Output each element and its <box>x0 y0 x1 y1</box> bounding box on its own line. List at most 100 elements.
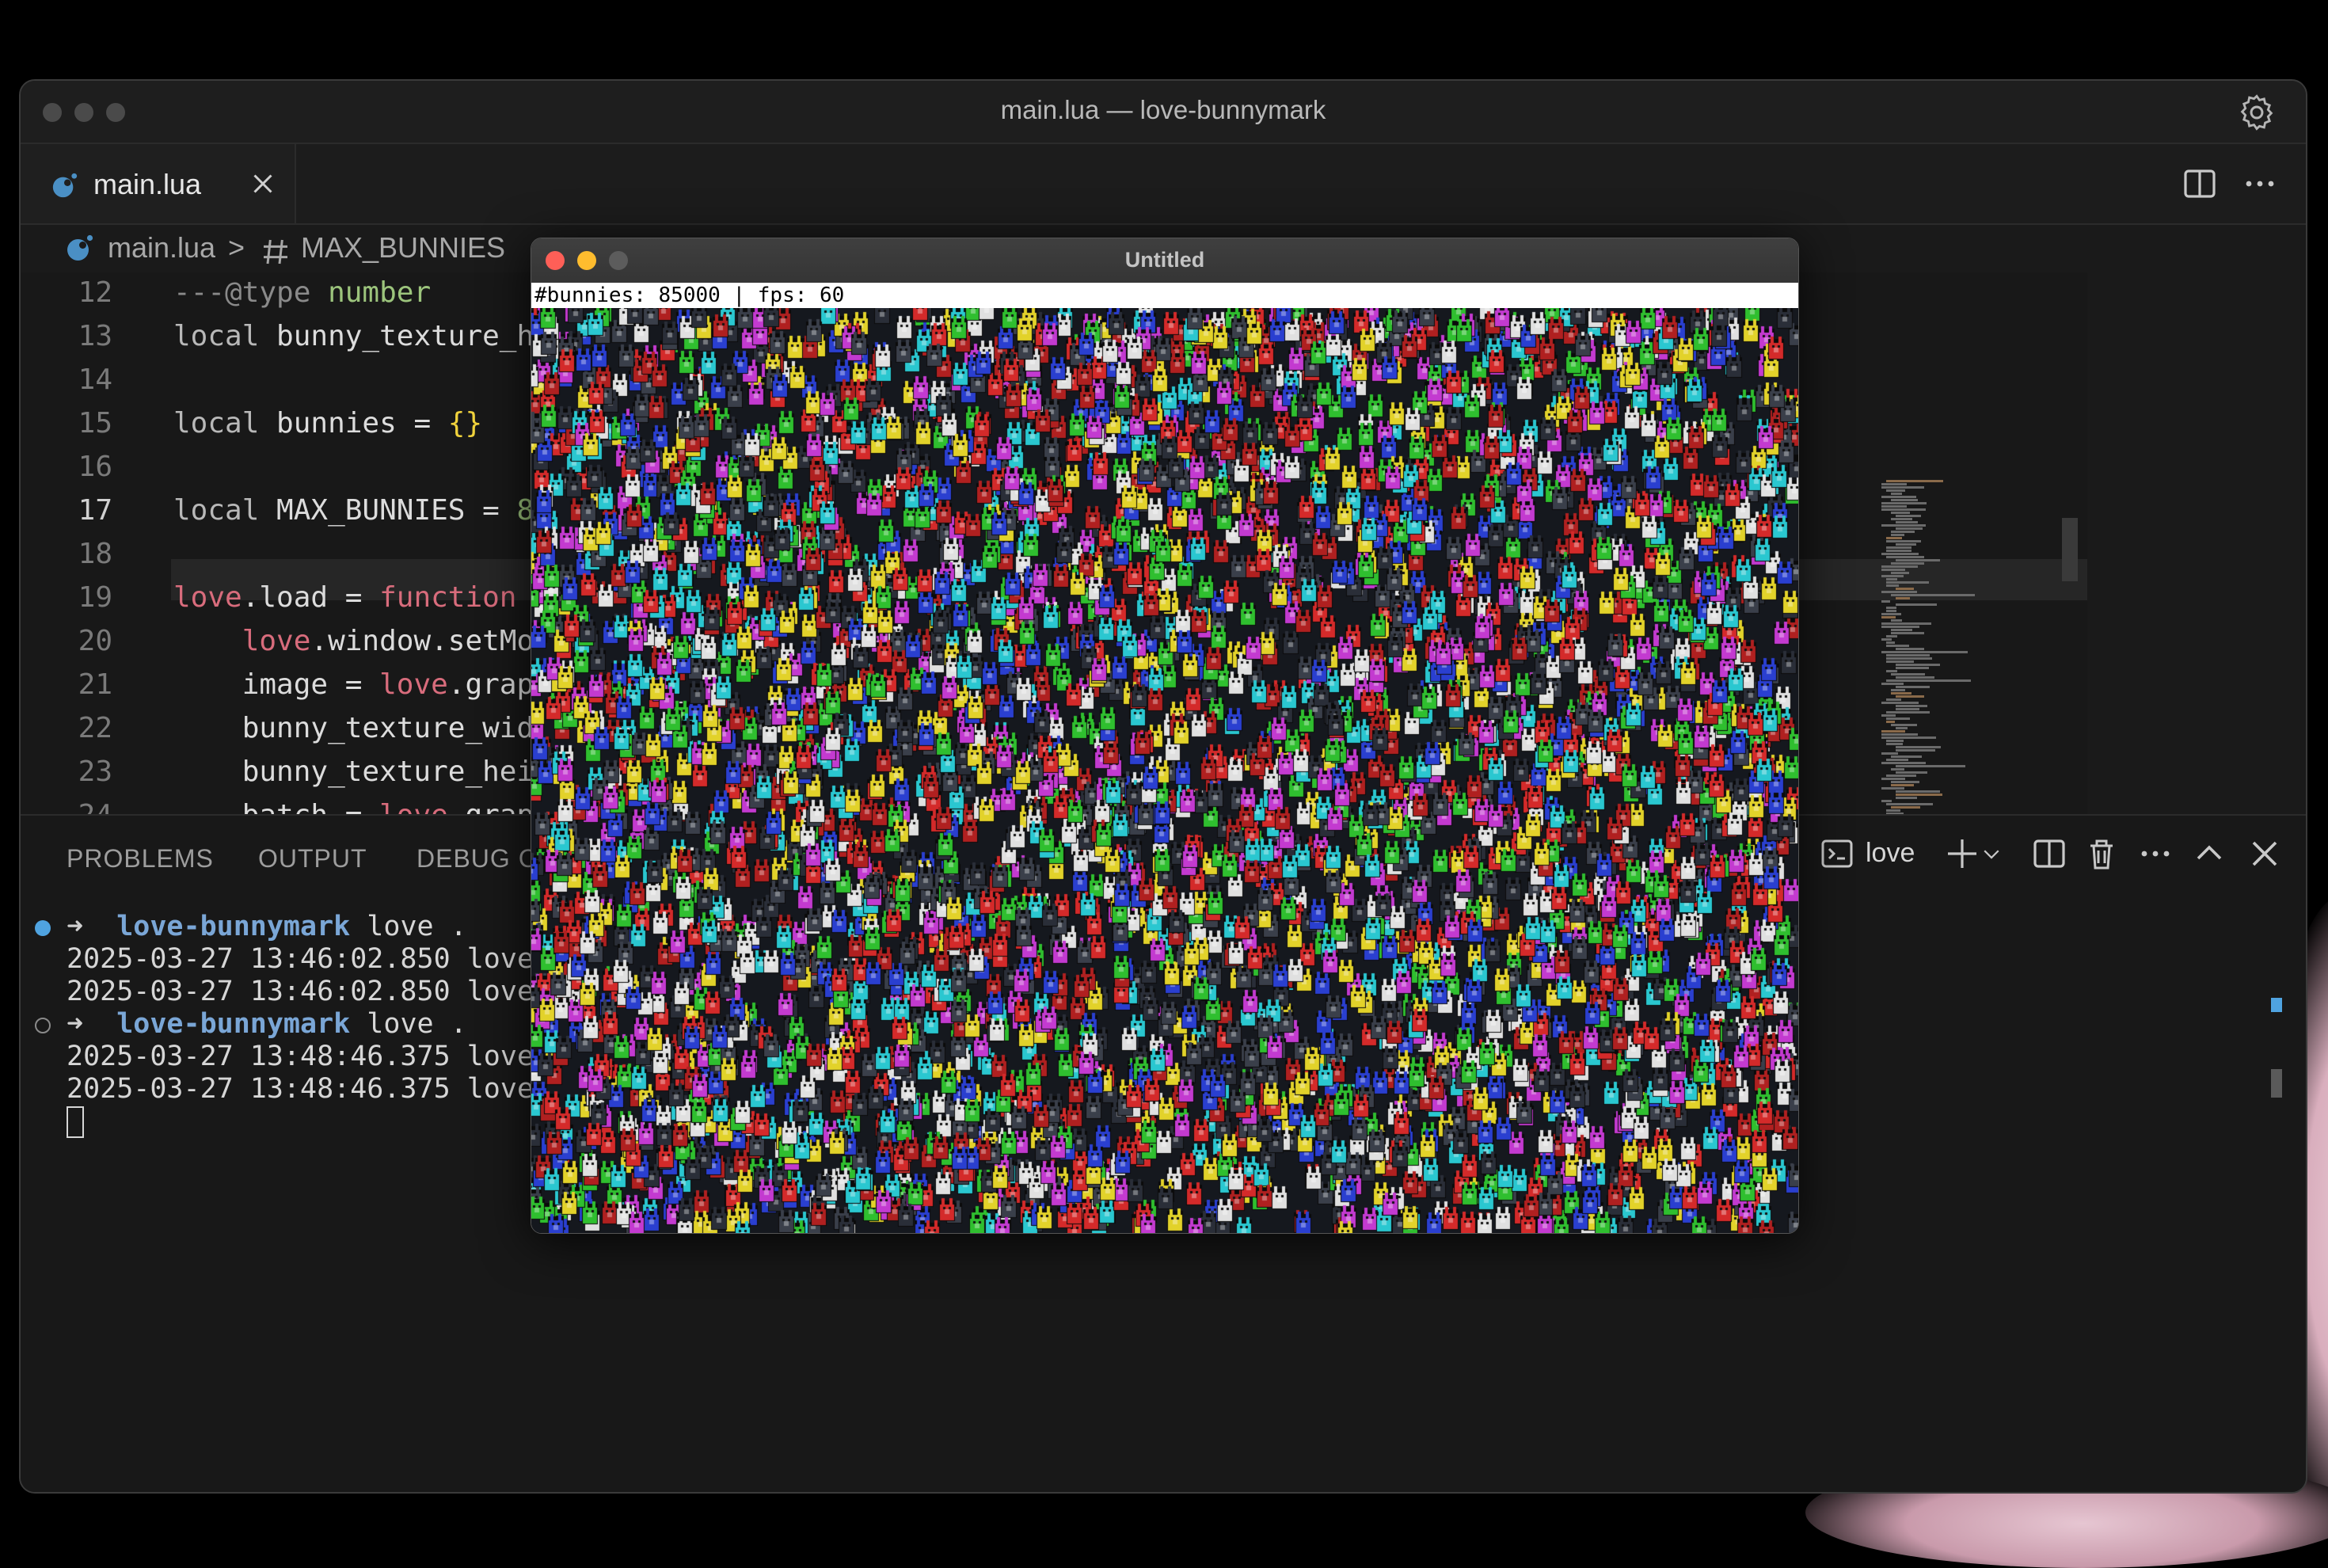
minimap-line <box>1891 784 1915 786</box>
chevron-up-icon[interactable] <box>2190 835 2228 873</box>
terminal-output[interactable]: ➜ love-bunnymark love . 2025-03-27 13:46:… <box>35 911 551 1138</box>
prompt-directory: love-bunnymark <box>116 911 351 942</box>
trash-icon[interactable] <box>2083 835 2121 873</box>
minimap-line <box>1886 607 1896 609</box>
terminal-line: 2025-03-27 13:48:46.375 love[ <box>67 1073 551 1105</box>
minimap-line <box>1886 743 1904 745</box>
line-number: 24 <box>25 795 112 814</box>
minimap-line <box>1886 721 1896 723</box>
editor-scrollbar[interactable] <box>2062 518 2078 581</box>
terminal-cursor <box>67 1106 84 1138</box>
minimap-line <box>1881 622 1931 625</box>
minimap-line <box>1891 689 1906 691</box>
minimap[interactable] <box>1881 480 2056 814</box>
breadcrumb-file[interactable]: main.lua <box>108 231 215 265</box>
love-window-title: Untitled <box>1124 248 1205 272</box>
minimap-line <box>1896 515 1922 517</box>
code-text: love.load = function ( <box>173 581 551 614</box>
split-terminal-icon[interactable] <box>2030 835 2068 873</box>
minimap-line <box>1896 559 1941 561</box>
minimap-line <box>1881 800 1892 802</box>
love-title-bar: Untitled <box>531 238 1798 284</box>
new-terminal-plus-icon[interactable] <box>1943 835 1981 873</box>
close-icon[interactable] <box>2246 835 2284 873</box>
code-text: local MAX_BUNNIES = 85 <box>173 494 551 527</box>
minimap-line <box>1896 765 1965 767</box>
code-text: local bunnies = {} <box>173 407 483 440</box>
tab-debug-console[interactable]: DEBUG C <box>417 844 538 873</box>
minimap-line <box>1891 512 1911 514</box>
tab-output[interactable]: OUTPUT <box>258 844 367 873</box>
terminal-name[interactable]: love <box>1866 838 1915 869</box>
minimap-line <box>1881 752 1898 755</box>
more-actions-icon[interactable] <box>2241 165 2279 203</box>
command-status-icon[interactable] <box>35 920 51 936</box>
minimap-line <box>1896 588 1915 590</box>
minimap-line <box>1881 730 1905 733</box>
minimap-line <box>1886 717 1911 720</box>
line-number: 18 <box>78 538 112 570</box>
code-text: ---@type number <box>173 276 432 309</box>
prompt-arrow: ➜ <box>67 911 117 942</box>
line-number: 12 <box>78 276 112 309</box>
minimap-line <box>1896 543 1917 546</box>
minimap-line <box>1881 505 1908 508</box>
window-title: main.lua — love-bunnymark <box>1000 95 1326 124</box>
bunny-render-canvas[interactable] <box>531 308 1798 1233</box>
chevron-down-icon[interactable] <box>1980 835 2003 873</box>
line-number: 14 <box>78 363 112 396</box>
lua-file-icon <box>67 234 93 261</box>
line-number: 19 <box>78 581 112 614</box>
minimap-line <box>1886 537 1902 539</box>
minimap-line <box>1886 809 1900 812</box>
minimap-line <box>1891 629 1912 631</box>
breadcrumb-symbol[interactable]: MAX_BUNNIES <box>301 231 505 265</box>
minimap-line <box>1891 724 1917 726</box>
terminal-line: 2025-03-27 13:48:46.375 love[ <box>67 1041 551 1072</box>
line-number: 16 <box>78 451 112 483</box>
minimap-line <box>1891 531 1915 533</box>
minimap-line <box>1896 603 1938 606</box>
tab-problems[interactable]: PROBLEMS <box>67 844 214 873</box>
minimap-line <box>1881 613 1901 615</box>
minimap-line <box>1896 708 1919 710</box>
line-number: 21 <box>78 668 112 701</box>
minimap-line <box>1881 502 1927 504</box>
minimap-line <box>1896 794 1942 796</box>
code-text: local bunny_texture_he <box>173 320 551 352</box>
minimap-line <box>1881 486 1924 489</box>
close-icon[interactable] <box>249 169 277 198</box>
minimap-line <box>1886 670 1897 672</box>
minimap-line <box>1886 698 1902 701</box>
minimap-line <box>1896 648 1925 650</box>
minimap-line <box>1896 749 1936 752</box>
minimap-line <box>1896 667 1929 669</box>
terminal-toolbar: love <box>1818 835 2293 882</box>
love-app-window[interactable]: Untitled #bunnies: 85000 | fps: 60 <box>531 238 1799 1234</box>
terminal-scroll-marker <box>2271 998 2282 1012</box>
bunny-count-fps-label: #bunnies: 85000 | fps: 60 <box>531 283 1798 308</box>
minimap-line <box>1881 496 1916 498</box>
minimap-line <box>1896 527 1923 530</box>
tab-main-lua[interactable]: main.lua <box>21 144 296 223</box>
more-actions-icon[interactable] <box>2136 835 2174 873</box>
gear-icon[interactable] <box>2236 92 2277 133</box>
minimap-line <box>1891 768 1904 771</box>
command-status-icon[interactable] <box>35 1018 51 1033</box>
minimap-line <box>1886 610 1897 612</box>
minimap-line <box>1881 787 1904 790</box>
terminal-line: ➜ love-bunnymark love . <box>35 911 550 943</box>
minimap-line <box>1886 641 1896 644</box>
code-text: image = love.graph <box>173 668 551 701</box>
minimap-line <box>1881 524 1927 527</box>
minimap-line <box>1886 679 1972 682</box>
minimap-line <box>1891 518 1912 520</box>
minimap-line <box>1896 597 1911 599</box>
split-editor-icon[interactable] <box>2181 165 2219 203</box>
minimap-line <box>1881 616 1896 618</box>
terminal-scrollbar[interactable] <box>2271 1069 2282 1098</box>
minimap-line <box>1886 759 1908 761</box>
minimap-line <box>1886 740 1904 742</box>
minimap-line <box>1881 702 1919 704</box>
code-text: batch = love.graph <box>173 795 551 814</box>
